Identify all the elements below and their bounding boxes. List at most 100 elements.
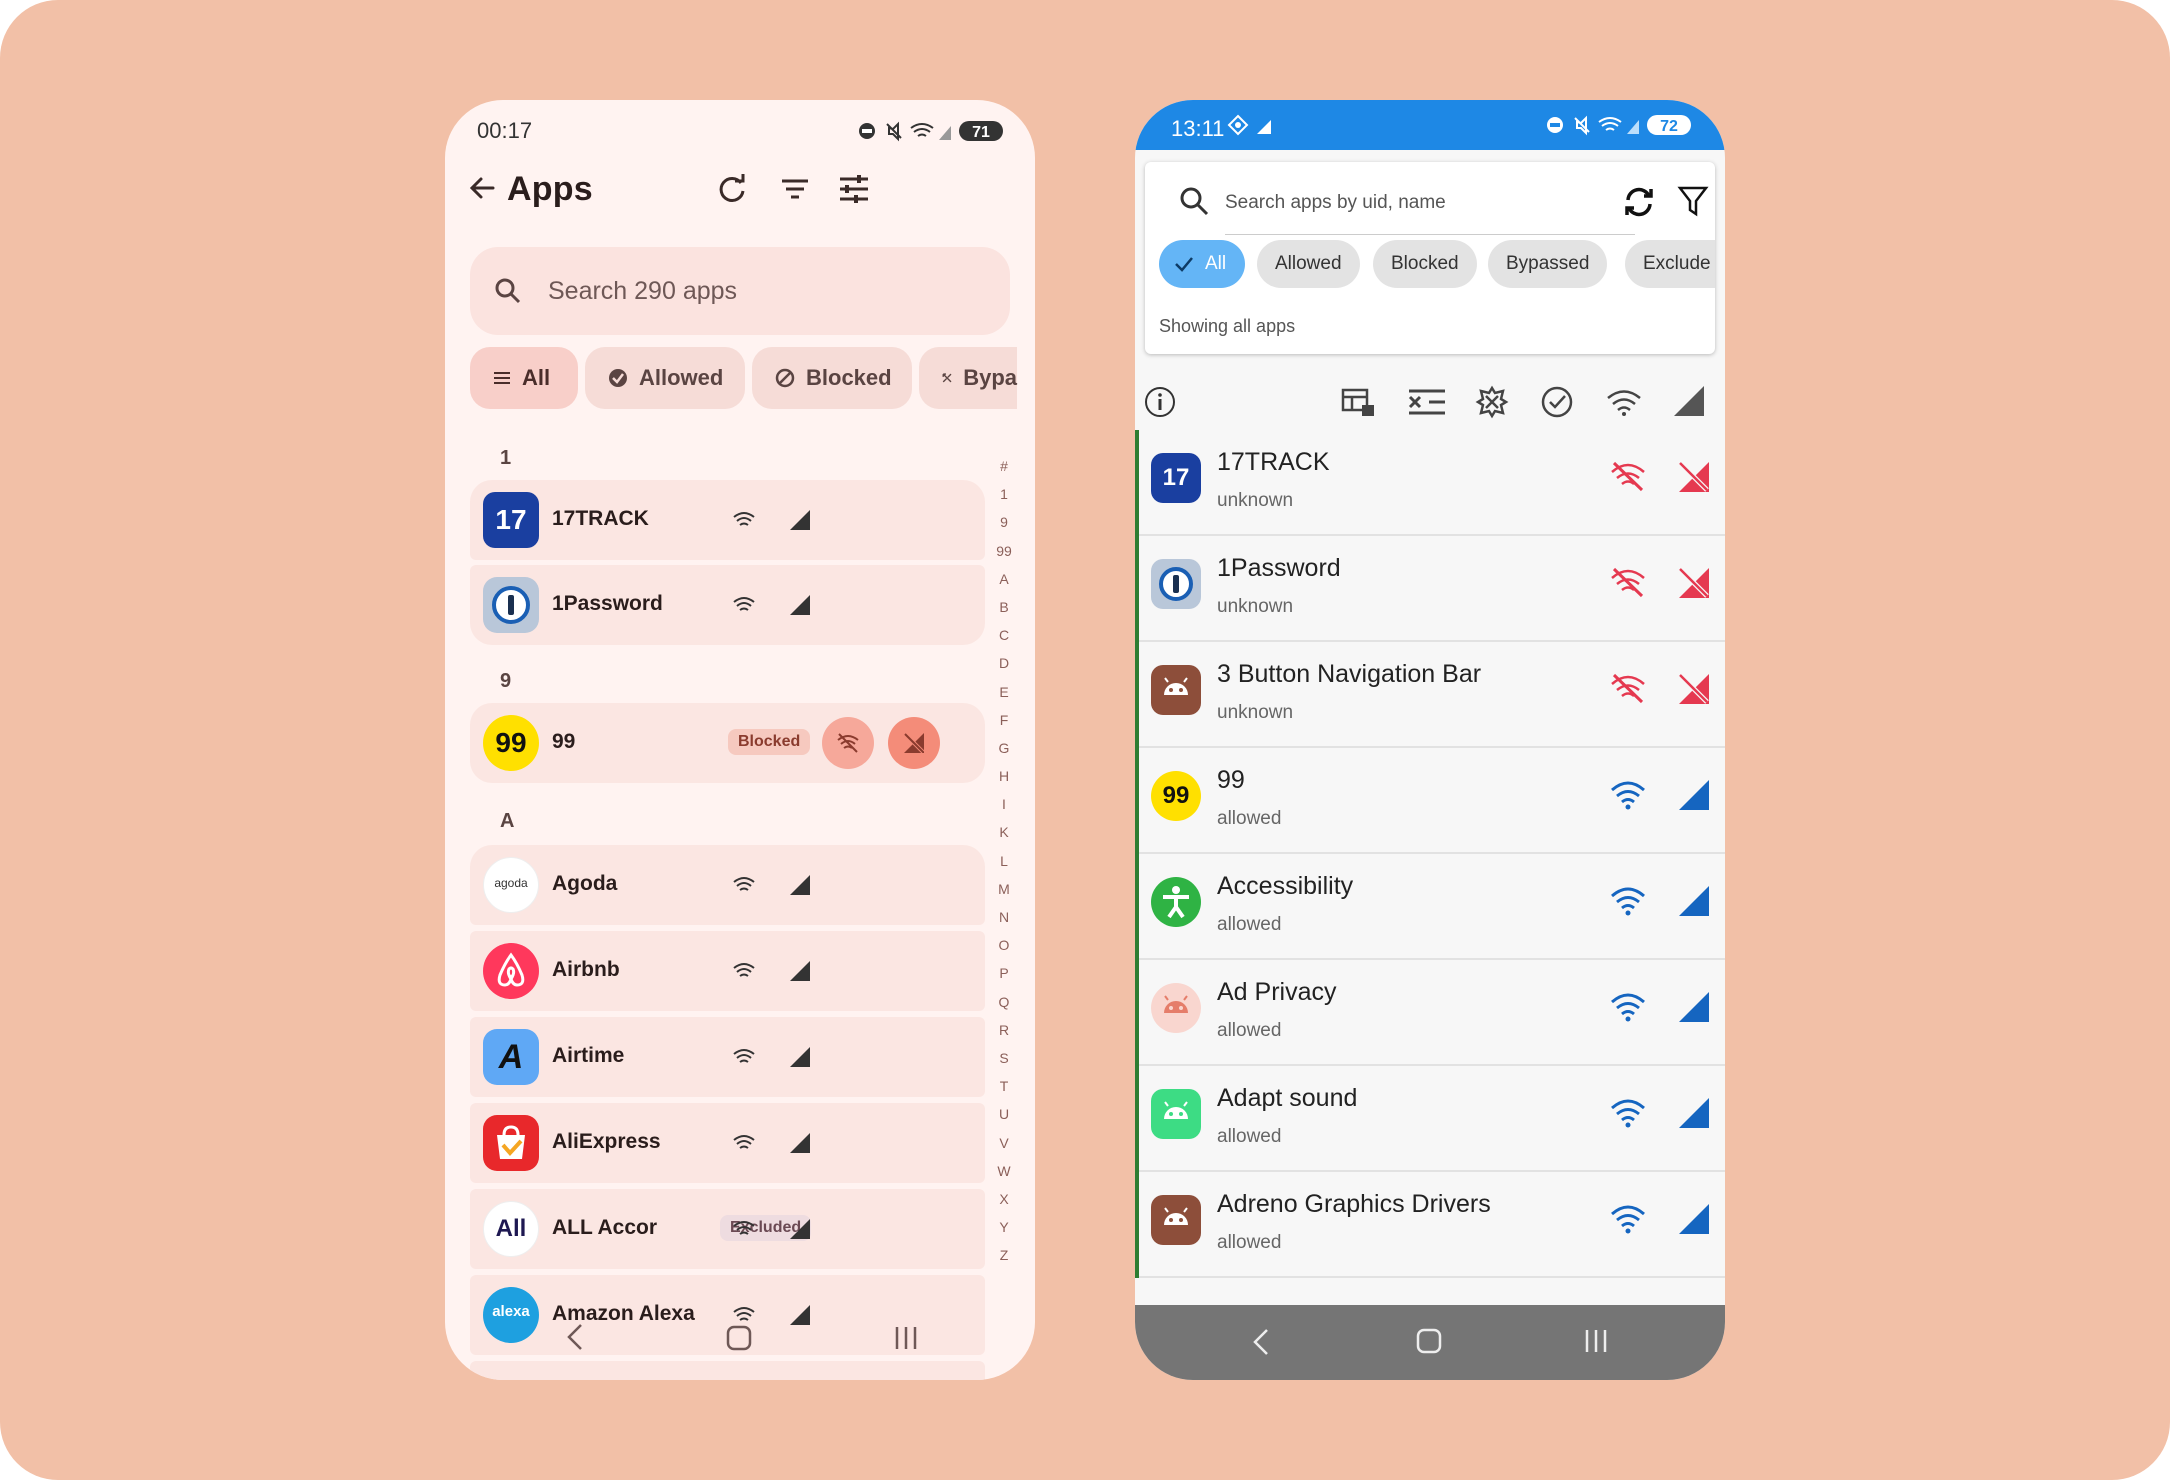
wifi-icon[interactable] [1605, 387, 1643, 417]
bypass-icon[interactable] [1473, 383, 1511, 421]
cellular-icon [790, 875, 810, 895]
status-icons: 71 [855, 118, 1015, 144]
cellular-toggle-button[interactable] [1677, 566, 1711, 600]
alphabet-index-item[interactable]: Y [985, 1213, 1023, 1241]
search-input[interactable]: Search apps by uid, name [1225, 192, 1446, 214]
alphabet-index-item[interactable]: B [985, 593, 1023, 621]
alphabet-index-item[interactable]: 1 [985, 480, 1023, 508]
tune-icon [840, 175, 868, 203]
alphabet-index-item[interactable]: Q [985, 988, 1023, 1016]
alphabet-index-item[interactable]: 9 [985, 508, 1023, 536]
filter-icon[interactable] [1677, 184, 1709, 218]
chip-excluded[interactable]: Exclude [1625, 240, 1715, 288]
list-item[interactable]: All ALL Accor Excluded [470, 1189, 985, 1269]
alphabet-index-item[interactable]: C [985, 621, 1023, 649]
list-item[interactable]: 3 Button Navigation Bar unknown [1135, 642, 1725, 748]
alphabet-index-item[interactable]: X [985, 1185, 1023, 1213]
alphabet-index-item[interactable]: O [985, 931, 1023, 959]
cellular-toggle-button[interactable] [1677, 990, 1711, 1024]
wifi-toggle-button[interactable] [1609, 1202, 1647, 1234]
alphabet-index-item[interactable]: M [985, 875, 1023, 903]
cellular-toggle-button[interactable] [1677, 460, 1711, 494]
wifi-icon [733, 597, 755, 611]
sync-icon[interactable] [1621, 184, 1657, 220]
cellular-off-icon [1678, 567, 1709, 598]
alphabet-index[interactable]: #1 9 99 A B C D E F G H I K L M N O P Q R S T U V W X Y Z [985, 452, 1023, 1269]
list-item[interactable]: 1Password [470, 565, 985, 645]
alphabet-index-item[interactable]: A [985, 565, 1023, 593]
cellular-toggle-button[interactable] [1677, 672, 1711, 706]
back-button[interactable] [465, 170, 501, 206]
search-input[interactable]: Search 290 apps [470, 247, 1010, 335]
alphabet-index-item[interactable]: G [985, 734, 1023, 762]
cellular-toggle-button[interactable] [1677, 1096, 1711, 1130]
clear-list-icon[interactable] [1407, 385, 1447, 419]
sort-button[interactable] [778, 172, 812, 206]
chip-all[interactable]: All [1159, 240, 1245, 288]
alphabet-index-item[interactable]: I [985, 790, 1023, 818]
list-item[interactable]: Adapt sound allowed [1135, 1066, 1725, 1172]
alphabet-index-item[interactable]: W [985, 1157, 1023, 1185]
nav-back-icon [1253, 1329, 1268, 1355]
tune-button[interactable] [837, 172, 871, 206]
chip-allowed[interactable]: Allowed [1257, 240, 1360, 288]
list-item[interactable]: 1Password unknown [1135, 536, 1725, 642]
alphabet-index-item[interactable]: N [985, 903, 1023, 931]
chip-blocked[interactable]: Blocked [1373, 240, 1477, 288]
list-item[interactable]: Airbnb [470, 931, 985, 1011]
cellular-toggle-button[interactable] [1677, 884, 1711, 918]
list-item[interactable]: A Airtime [470, 1017, 985, 1097]
chip-bypassed[interactable]: Bypa [919, 347, 1017, 409]
alphabet-index-item[interactable]: 99 [985, 537, 1023, 565]
list-item[interactable]: 99 99 allowed [1135, 748, 1725, 854]
app-name: Adapt sound [1217, 1084, 1358, 1112]
list-item[interactable]: 17 17TRACK [470, 480, 985, 560]
cellular-toggle-button[interactable] [888, 717, 940, 769]
check-icon [1175, 257, 1193, 272]
cellular-toggle-button[interactable] [1677, 778, 1711, 812]
cellular-icon[interactable] [1672, 384, 1706, 418]
wifi-toggle-button[interactable] [1609, 990, 1647, 1022]
arrow-back-icon [469, 177, 495, 199]
wifi-toggle-button[interactable] [1609, 884, 1647, 916]
alphabet-index-item[interactable]: E [985, 678, 1023, 706]
alphabet-index-item[interactable]: V [985, 1129, 1023, 1157]
alphabet-index-item[interactable]: H [985, 762, 1023, 790]
alphabet-index-item[interactable]: # [985, 452, 1023, 480]
wifi-toggle-button[interactable] [1609, 1096, 1647, 1128]
chip-all[interactable]: All [470, 347, 578, 409]
alphabet-index-item[interactable]: S [985, 1044, 1023, 1072]
alphabet-index-item[interactable]: R [985, 1016, 1023, 1044]
chip-allowed[interactable]: Allowed [585, 347, 745, 409]
list-item[interactable]: Accessibility allowed [1135, 854, 1725, 960]
search-underline [1225, 234, 1635, 235]
alphabet-index-item[interactable]: D [985, 649, 1023, 677]
list-item[interactable]: AliExpress [470, 1103, 985, 1183]
info-icon[interactable] [1143, 385, 1177, 419]
wifi-toggle-button[interactable] [1609, 672, 1647, 704]
list-item[interactable]: Adreno Graphics Drivers allowed [1135, 1172, 1725, 1278]
alphabet-index-item[interactable]: K [985, 818, 1023, 846]
alphabet-index-item[interactable]: F [985, 706, 1023, 734]
table-lock-icon[interactable] [1340, 385, 1376, 419]
alphabet-index-item[interactable]: Z [985, 1241, 1023, 1269]
chip-bypassed[interactable]: Bypassed [1488, 240, 1608, 288]
cellular-toggle-button[interactable] [1677, 1202, 1711, 1236]
check-circle-icon[interactable] [1539, 384, 1575, 420]
wifi-toggle-button[interactable] [1609, 778, 1647, 810]
refresh-button[interactable] [715, 172, 749, 206]
alphabet-index-item[interactable]: L [985, 847, 1023, 875]
cellular-icon [790, 1219, 810, 1239]
wifi-toggle-button[interactable] [822, 717, 874, 769]
app-name: Adreno Graphics Drivers [1217, 1190, 1491, 1218]
chip-blocked[interactable]: Blocked [752, 347, 912, 409]
list-item[interactable]: 17 17TRACK unknown [1135, 430, 1725, 536]
list-item[interactable]: 99 99 Blocked [470, 703, 985, 783]
wifi-toggle-button[interactable] [1609, 566, 1647, 598]
alphabet-index-item[interactable]: U [985, 1100, 1023, 1128]
wifi-toggle-button[interactable] [1609, 460, 1647, 492]
list-item[interactable]: agoda Agoda [470, 845, 985, 925]
alphabet-index-item[interactable]: P [985, 959, 1023, 987]
alphabet-index-item[interactable]: T [985, 1072, 1023, 1100]
list-item[interactable]: Ad Privacy allowed [1135, 960, 1725, 1066]
